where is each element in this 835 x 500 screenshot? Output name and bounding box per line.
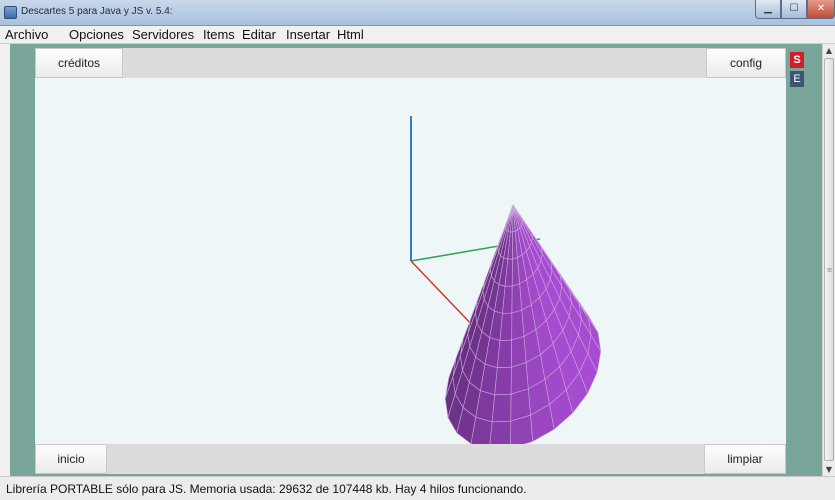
grip-icon: ≡ (826, 266, 833, 274)
menu-items[interactable]: Items (203, 27, 235, 42)
app-window: Descartes 5 para Java y JS v. 5.4: ▁ ☐ ✕… (0, 0, 835, 500)
menu-insertar[interactable]: Insertar (286, 27, 330, 42)
top-panel: créditos config (35, 48, 786, 78)
scroll-thumb[interactable]: ≡ (824, 58, 834, 461)
cone-facet (511, 336, 527, 368)
vertical-scrollbar[interactable]: ▲ ≡ ▼ (822, 44, 835, 476)
cone-facet (491, 393, 512, 423)
x-axis-line (410, 260, 476, 329)
menu-editar[interactable]: Editar (242, 27, 276, 42)
cone-surface (444, 204, 602, 444)
inicio-button[interactable]: inicio (35, 444, 107, 474)
cone-facet (496, 339, 513, 369)
menu-servidores[interactable]: Servidores (132, 27, 194, 42)
cone-facet (494, 366, 512, 396)
limpiar-button[interactable]: limpiar (704, 444, 786, 474)
bottom-panel: inicio limpiar (35, 444, 786, 474)
menu-html[interactable]: Html (337, 27, 364, 42)
close-button[interactable]: ✕ (807, 0, 835, 19)
java-app-icon (4, 6, 17, 19)
maximize-button[interactable]: ☐ (781, 0, 807, 19)
minimize-button[interactable]: ▁ (755, 0, 781, 19)
status-bar: Librería PORTABLE sólo para JS. Memoria … (0, 476, 835, 500)
menu-archivo[interactable]: Archivo (5, 27, 48, 42)
scroll-up-arrow-icon[interactable]: ▲ (823, 44, 835, 57)
menu-bar: Archivo Opciones Servidores Items Editar… (0, 26, 835, 44)
side-s-button[interactable]: S (790, 52, 804, 68)
config-button[interactable]: config (706, 48, 786, 78)
status-text: Librería PORTABLE sólo para JS. Memoria … (6, 482, 527, 496)
creditos-button[interactable]: créditos (35, 48, 123, 78)
cone-facet (489, 420, 512, 444)
side-e-button[interactable]: E (790, 71, 804, 87)
menu-opciones[interactable]: Opciones (69, 27, 124, 42)
scroll-down-arrow-icon[interactable]: ▼ (823, 463, 835, 476)
cone-facet (511, 309, 525, 341)
title-bar: Descartes 5 para Java y JS v. 5.4: ▁ ☐ ✕ (0, 0, 835, 26)
window-title: Descartes 5 para Java y JS v. 5.4: (21, 6, 173, 17)
3d-scene-canvas[interactable] (35, 78, 786, 444)
cone-3d-plot[interactable] (35, 78, 786, 444)
